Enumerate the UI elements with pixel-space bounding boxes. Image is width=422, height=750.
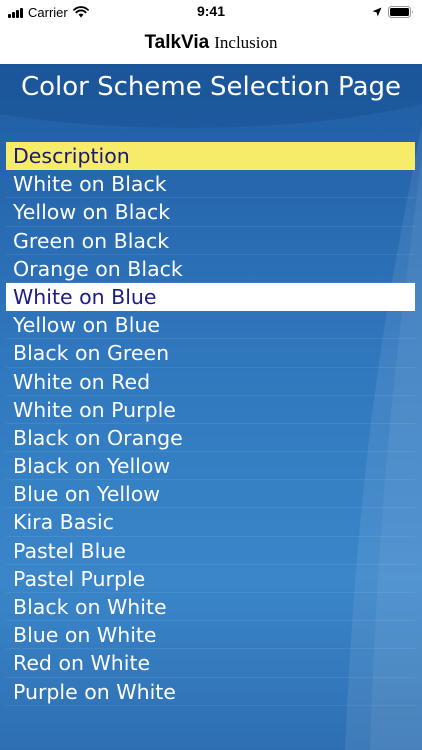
scheme-option-orange-on-black[interactable]: Orange on Black bbox=[6, 255, 415, 283]
scheme-option-red-on-white[interactable]: Red on White bbox=[6, 649, 415, 678]
scheme-option-white-on-black[interactable]: White on Black bbox=[6, 170, 415, 199]
scheme-option-pastel-purple[interactable]: Pastel Purple bbox=[6, 565, 415, 593]
scheme-option-white-on-blue[interactable]: White on Blue bbox=[6, 282, 415, 312]
scheme-option-blue-on-yellow[interactable]: Blue on Yellow bbox=[6, 480, 415, 509]
scheme-option-green-on-black[interactable]: Green on Black bbox=[6, 227, 415, 255]
scheme-option-white-on-red[interactable]: White on Red bbox=[6, 368, 415, 396]
status-right bbox=[372, 4, 414, 20]
status-time: 9:41 bbox=[196, 3, 226, 19]
scheme-option-black-on-orange[interactable]: Black on Orange bbox=[6, 424, 415, 453]
brand-sub-text: Inclusion bbox=[214, 33, 278, 52]
battery-icon bbox=[388, 6, 413, 18]
scheme-option-white-on-purple[interactable]: White on Purple bbox=[6, 396, 415, 424]
scheme-option-yellow-on-blue[interactable]: Yellow on Blue bbox=[6, 311, 415, 340]
color-scheme-list: Description White on Black Yellow on Blac… bbox=[6, 142, 415, 706]
list-header: Description bbox=[6, 142, 415, 171]
content-area: Color Scheme Selection Page Description … bbox=[0, 64, 422, 750]
scheme-option-yellow-on-black[interactable]: Yellow on Black bbox=[6, 198, 415, 227]
scheme-option-blue-on-white[interactable]: Blue on White bbox=[6, 621, 415, 650]
scheme-option-black-on-yellow[interactable]: Black on Yellow bbox=[6, 452, 415, 481]
brand-main-text: TalkVia bbox=[144, 32, 210, 53]
nav-bar: TalkVia Inclusion bbox=[0, 24, 422, 64]
scheme-option-black-on-white[interactable]: Black on White bbox=[6, 593, 415, 622]
page-title: Color Scheme Selection Page bbox=[20, 72, 402, 102]
app-brand: TalkVia Inclusion bbox=[0, 32, 422, 54]
scheme-option-black-on-green[interactable]: Black on Green bbox=[6, 339, 415, 368]
scheme-option-kira-basic[interactable]: Kira Basic bbox=[6, 508, 415, 537]
location-arrow-icon bbox=[372, 7, 382, 17]
status-bar: Carrier 9:41 bbox=[0, 0, 422, 24]
scheme-option-pastel-blue[interactable]: Pastel Blue bbox=[6, 537, 415, 565]
scheme-option-purple-on-white[interactable]: Purple on White bbox=[6, 678, 415, 706]
